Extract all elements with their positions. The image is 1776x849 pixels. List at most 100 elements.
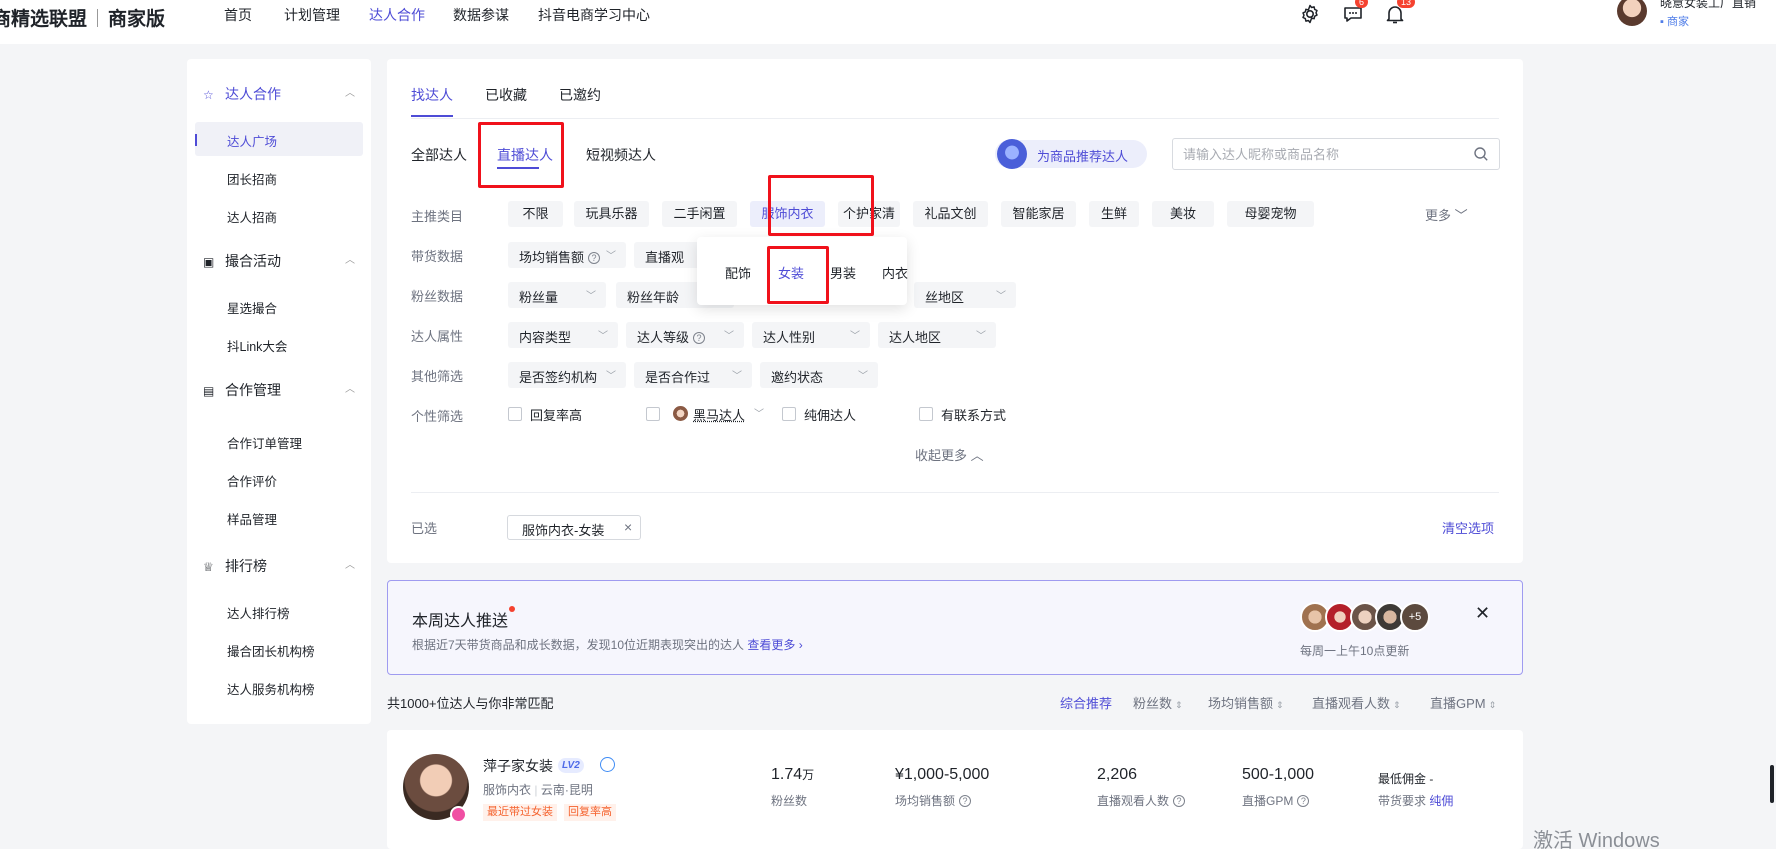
cooperated-dropdown[interactable]: 是否合作过 ﹀ [634,362,752,388]
category-chip[interactable]: 礼品文创 [913,201,988,227]
sort-arrows-icon: ⇕ [1393,700,1401,710]
sidebar-item-sample-management[interactable]: 样品管理 [227,509,277,528]
dropdown-label: 达人地区 [889,330,942,345]
chevron-down-icon: ﹀ [732,371,742,382]
sidebar-item-leader-ranking[interactable]: 撮合团长机构榜 [227,641,315,660]
tab-find-talent[interactable]: 找达人 [411,85,453,105]
category-chip[interactable]: 美妆 [1152,201,1214,227]
gpm-value: 500-1,000 [1242,766,1315,783]
sidebar-item-cooperation-review[interactable]: 合作评价 [227,471,277,490]
more-categories-button[interactable]: 更多 ﹀ [1425,205,1468,224]
sidebar-item-leader-recruit[interactable]: 团长招商 [227,169,277,188]
nav-learning-center[interactable]: 抖音电商学习中心 [538,5,650,25]
category-chip[interactable]: 不限 [508,201,563,227]
content-type-dropdown[interactable]: 内容类型 ﹀ [508,322,618,348]
category-chip[interactable]: 玩具乐器 [574,201,649,227]
close-icon[interactable]: ✕ [1475,603,1490,624]
bell-icon[interactable]: 13 [1383,0,1416,26]
sidebar: ☆ 达人合作 ︿ 达人广场 团长招商 达人招商 ▣ 撮合活动 ︿ 星选撮合 抖Lin… [187,59,371,724]
clipboard-icon: ▤ [203,384,215,398]
sidebar-group-rankings[interactable]: ♕ 排行榜 ︿ [203,556,355,576]
search-icon[interactable] [1473,146,1489,165]
sidebar-group-cooperation-management[interactable]: ▤ 合作管理 ︿ [203,380,355,400]
settings-gear-icon[interactable] [1298,2,1322,26]
tab-invited[interactable]: 已邀约 [559,85,601,105]
search-input[interactable] [1183,144,1463,164]
sidebar-item-talent-recruit[interactable]: 达人招商 [227,207,277,226]
clear-options-link[interactable]: 清空选项 [1442,518,1494,537]
collapse-more-button[interactable]: 收起更多 ︿ [915,445,984,464]
message-icon[interactable]: 6 [1341,0,1369,26]
nav-data-advisor[interactable]: 数据参谋 [453,5,509,25]
filter-label-personal: 个性筛选 [411,409,464,424]
sidebar-group-label: 撮合活动 [225,253,281,269]
fans-region-dropdown[interactable]: 丝地区 ﹀ [914,282,1016,308]
category-chip[interactable]: 智能家居 [1001,201,1076,227]
pure-commission-checkbox[interactable] [782,407,796,421]
invite-status-dropdown[interactable]: 邀约状态 ﹀ [760,362,878,388]
brand-logo[interactable]: 商精选联盟 商家版 [0,4,165,31]
windows-activation-watermark: 激活 Windows [1533,830,1660,849]
nav-talent-cooperation[interactable]: 达人合作 [369,5,425,25]
avg-sales-dropdown[interactable]: 场均销售额? ﹀ [508,242,626,268]
user-avatar[interactable] [1617,0,1647,26]
search-box[interactable] [1172,138,1500,170]
high-reply-checkbox[interactable] [508,407,522,421]
sort-live-gpm[interactable]: 直播GPM ⇕ [1430,693,1496,712]
nav-home[interactable]: 首页 [224,5,252,25]
tab-favorited[interactable]: 已收藏 [485,85,527,105]
viewers-label-text: 直播观看人数 [1097,794,1170,808]
talent-name[interactable]: 萍子家女装 [483,756,553,776]
nav-plan-management[interactable]: 计划管理 [284,5,340,25]
sales-value: ¥1,000-5,000 [895,766,990,783]
talent-card[interactable]: 萍子家女装 LV2 服饰内衣 | 云南·昆明 最近带过女装 回复率高 1.74万… [387,730,1523,849]
sidebar-item-talent-ranking[interactable]: 达人排行榜 [227,603,290,622]
sort-live-viewers[interactable]: 直播观看人数 ⇕ [1312,693,1401,712]
chevron-down-icon: ﹀ [606,251,616,262]
sidebar-item-star-match[interactable]: 星选撮合 [227,298,277,317]
talent-region-dropdown[interactable]: 达人地区 ﹀ [878,322,996,348]
category-chip[interactable]: 母婴宠物 [1227,201,1314,227]
view-more-link[interactable]: 查看更多 › [747,638,802,652]
category-chip[interactable]: 二手闲置 [662,201,737,227]
user-name[interactable]: 晓意女装工厂直销 [1660,0,1756,11]
category-chip[interactable]: 生鲜 [1089,201,1139,227]
sidebar-item-talent-square[interactable]: 达人广场 [227,131,277,150]
talent-level-dropdown[interactable]: 达人等级? ﹀ [626,322,744,348]
more-avatars-count[interactable]: +5 [1400,602,1430,632]
star-icon: ☆ [203,88,214,102]
chevron-down-icon: ﹀ [858,371,868,382]
brand-title: 商精选联盟 [0,9,88,30]
subcategory-mens-wear[interactable]: 男装 [830,263,856,282]
chevron-down-icon[interactable]: ﹀ [754,405,764,420]
chat-icon[interactable] [600,757,615,772]
talent-gender-dropdown[interactable]: 达人性别 ﹀ [752,322,870,348]
dark-horse-icon [673,406,688,421]
subcategory-accessories[interactable]: 配饰 [725,263,751,282]
sidebar-group-talent-cooperation[interactable]: ☆ 达人合作 ︿ [203,84,355,104]
sidebar-item-douyin-link[interactable]: 抖Link大会 [227,336,287,355]
agency-signed-dropdown[interactable]: 是否签约机构 ﹀ [508,362,626,388]
help-icon: ? [1173,795,1186,807]
sidebar-item-order-management[interactable]: 合作订单管理 [227,433,302,452]
dropdown-label: 邀约状态 [771,370,824,385]
has-contact-checkbox[interactable] [919,407,933,421]
scrollbar-handle[interactable] [1770,765,1774,803]
sort-label: 场均销售额 [1208,696,1274,711]
recommend-for-product-button[interactable]: 为商品推荐达人 [995,139,1147,169]
dropdown-label: 丝地区 [925,290,965,305]
sidebar-group-matchmaking[interactable]: ▣ 撮合活动 ︿ [203,251,355,271]
close-icon[interactable]: × [624,519,632,535]
sidebar-item-service-ranking[interactable]: 达人服务机构榜 [227,679,315,698]
selected-tag-label: 服饰内衣-女装 [522,523,605,538]
sort-fans[interactable]: 粉丝数 ⇕ [1133,693,1183,712]
subtab-all-talents[interactable]: 全部达人 [411,145,467,165]
subtab-short-video-talents[interactable]: 短视频达人 [586,145,656,165]
subcategory-underwear[interactable]: 内衣 [882,263,908,282]
message-badge: 6 [1355,0,1369,8]
fans-count-dropdown[interactable]: 粉丝量 ﹀ [508,282,606,308]
sort-avg-sales[interactable]: 场均销售额 ⇕ [1208,693,1284,712]
requirement-label: 带货要求 [1378,794,1427,808]
dark-horse-checkbox[interactable] [646,407,660,421]
sort-comprehensive[interactable]: 综合推荐 [1060,693,1112,712]
